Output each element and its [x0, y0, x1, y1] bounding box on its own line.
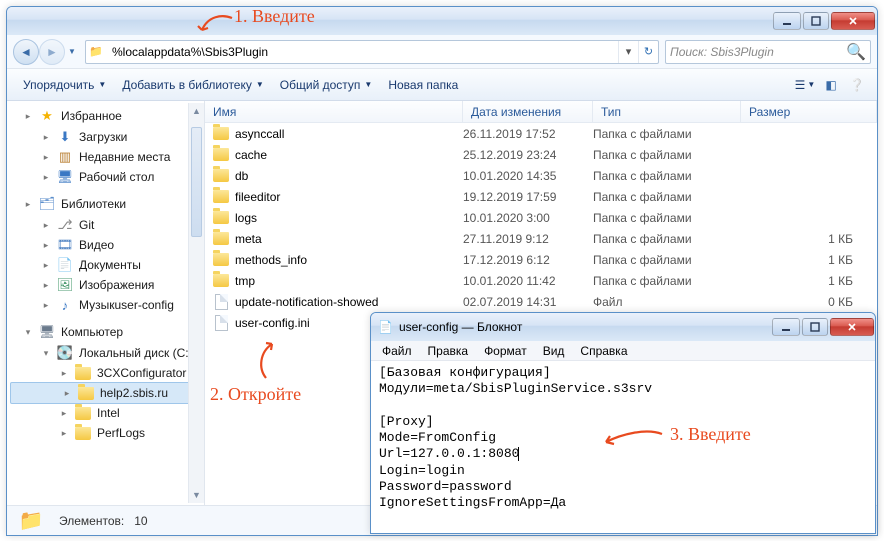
- notepad-window: 📄 user-config — Блокнот ФайлПравкаФормат…: [370, 312, 876, 534]
- notepad-title: user-config — Блокнот: [399, 320, 522, 334]
- file-row[interactable]: fileeditor19.12.2019 17:59Папка с файлам…: [205, 186, 877, 207]
- col-type[interactable]: Тип: [593, 101, 741, 122]
- search-box[interactable]: 🔍: [665, 40, 871, 64]
- menu-item[interactable]: Формат: [477, 342, 534, 360]
- file-row[interactable]: meta27.11.2019 9:12Папка с файлами1 КБ: [205, 228, 877, 249]
- sidebar-item[interactable]: ▸PerfLogs: [7, 423, 204, 443]
- search-input[interactable]: [670, 45, 846, 59]
- col-size[interactable]: Размер: [741, 101, 877, 122]
- sidebar-group[interactable]: ▾🖥Компьютер: [7, 321, 204, 343]
- menu-item[interactable]: Справка: [573, 342, 634, 360]
- sidebar-item[interactable]: ▾💽Локальный диск (C:): [7, 343, 204, 363]
- organize-menu[interactable]: Упорядочить ▼: [15, 74, 114, 96]
- address-bar[interactable]: 📁 ▾ ↻: [85, 40, 659, 64]
- menu-item[interactable]: Вид: [536, 342, 572, 360]
- file-row[interactable]: db10.01.2020 14:35Папка с файлами: [205, 165, 877, 186]
- maximize-button[interactable]: [802, 318, 828, 336]
- arrow-1-icon: [196, 14, 236, 40]
- sidebar-item[interactable]: ▸🖥Рабочий стол: [7, 167, 204, 187]
- menu-item[interactable]: Правка: [421, 342, 476, 360]
- sidebar-group[interactable]: ▸🗂Библиотеки: [7, 193, 204, 215]
- view-menu-icon[interactable]: ☰▼: [793, 73, 817, 97]
- sidebar-item[interactable]: ▸▥Недавние места: [7, 147, 204, 167]
- folder-icon: 📁: [13, 508, 49, 534]
- file-row[interactable]: logs10.01.2020 3:00Папка с файлами: [205, 207, 877, 228]
- minimize-button[interactable]: [773, 12, 801, 30]
- status-count: 10: [134, 514, 147, 528]
- share-menu[interactable]: Общий доступ ▼: [272, 74, 381, 96]
- column-headers[interactable]: Имя Дата изменения Тип Размер: [205, 101, 877, 123]
- help-icon[interactable]: ❔: [845, 73, 869, 97]
- add-to-library-menu[interactable]: Добавить в библиотеку ▼: [114, 74, 271, 96]
- new-folder-button[interactable]: Новая папка: [380, 74, 466, 96]
- back-button[interactable]: ◄: [13, 39, 39, 65]
- sidebar-item[interactable]: ▸♪Музыкuser-config: [7, 295, 204, 315]
- sidebar-item[interactable]: ▸🖼Изображения: [7, 275, 204, 295]
- address-input[interactable]: [106, 45, 618, 59]
- annotation-1: 1. Введите: [234, 6, 315, 27]
- file-row[interactable]: cache25.12.2019 23:24Папка с файлами: [205, 144, 877, 165]
- notepad-icon: 📄: [378, 320, 393, 334]
- notepad-titlebar[interactable]: 📄 user-config — Блокнот: [371, 313, 875, 341]
- sidebar-item[interactable]: ▸⎇Git: [7, 215, 204, 235]
- sidebar-item[interactable]: ▸📄Документы: [7, 255, 204, 275]
- sidebar-scrollbar[interactable]: ▲▼: [188, 103, 204, 503]
- col-date[interactable]: Дата изменения: [463, 101, 593, 122]
- minimize-button[interactable]: [772, 318, 800, 336]
- file-row[interactable]: methods_info17.12.2019 6:12Папка с файла…: [205, 249, 877, 270]
- explorer-titlebar[interactable]: [7, 7, 877, 35]
- sidebar-item[interactable]: ▸🎞Видео: [7, 235, 204, 255]
- sidebar-item[interactable]: ▸Intel: [7, 403, 204, 423]
- notepad-menubar: ФайлПравкаФорматВидСправка: [371, 341, 875, 361]
- arrow-2-icon: [254, 340, 294, 382]
- file-row[interactable]: update-notification-showed02.07.2019 14:…: [205, 291, 877, 312]
- col-name[interactable]: Имя: [205, 101, 463, 122]
- preview-pane-icon[interactable]: ◧: [819, 73, 843, 97]
- search-icon[interactable]: 🔍: [846, 42, 866, 62]
- history-dropdown[interactable]: ▼: [65, 42, 79, 62]
- command-bar: Упорядочить ▼ Добавить в библиотеку ▼ Об…: [7, 69, 877, 101]
- arrow-3-icon: [598, 428, 668, 450]
- status-label: Элементов:: [59, 514, 124, 528]
- nav-row: ◄ ► ▼ 📁 ▾ ↻ 🔍: [7, 35, 877, 69]
- sidebar: ▸★Избранное▸⬇Загрузки▸▥Недавние места▸🖥Р…: [7, 101, 205, 505]
- address-dropdown[interactable]: ▾: [618, 41, 638, 63]
- sidebar-item[interactable]: ▸help2.sbis.ru: [10, 382, 201, 404]
- sidebar-item[interactable]: ▸⬇Загрузки: [7, 127, 204, 147]
- forward-button[interactable]: ►: [39, 39, 65, 65]
- annotation-2: 2. Откройте: [210, 384, 301, 405]
- refresh-button[interactable]: ↻: [638, 41, 658, 63]
- folder-icon: 📁: [86, 41, 106, 63]
- sidebar-item[interactable]: ▸3CXConfigurator: [7, 363, 204, 383]
- annotation-3: 3. Введите: [670, 424, 751, 445]
- sidebar-group[interactable]: ▸★Избранное: [7, 105, 204, 127]
- file-row[interactable]: tmp10.01.2020 11:42Папка с файлами1 КБ: [205, 270, 877, 291]
- close-button[interactable]: [830, 318, 874, 336]
- file-row[interactable]: asynccall26.11.2019 17:52Папка с файлами: [205, 123, 877, 144]
- menu-item[interactable]: Файл: [375, 342, 419, 360]
- close-button[interactable]: [831, 12, 875, 30]
- maximize-button[interactable]: [803, 12, 829, 30]
